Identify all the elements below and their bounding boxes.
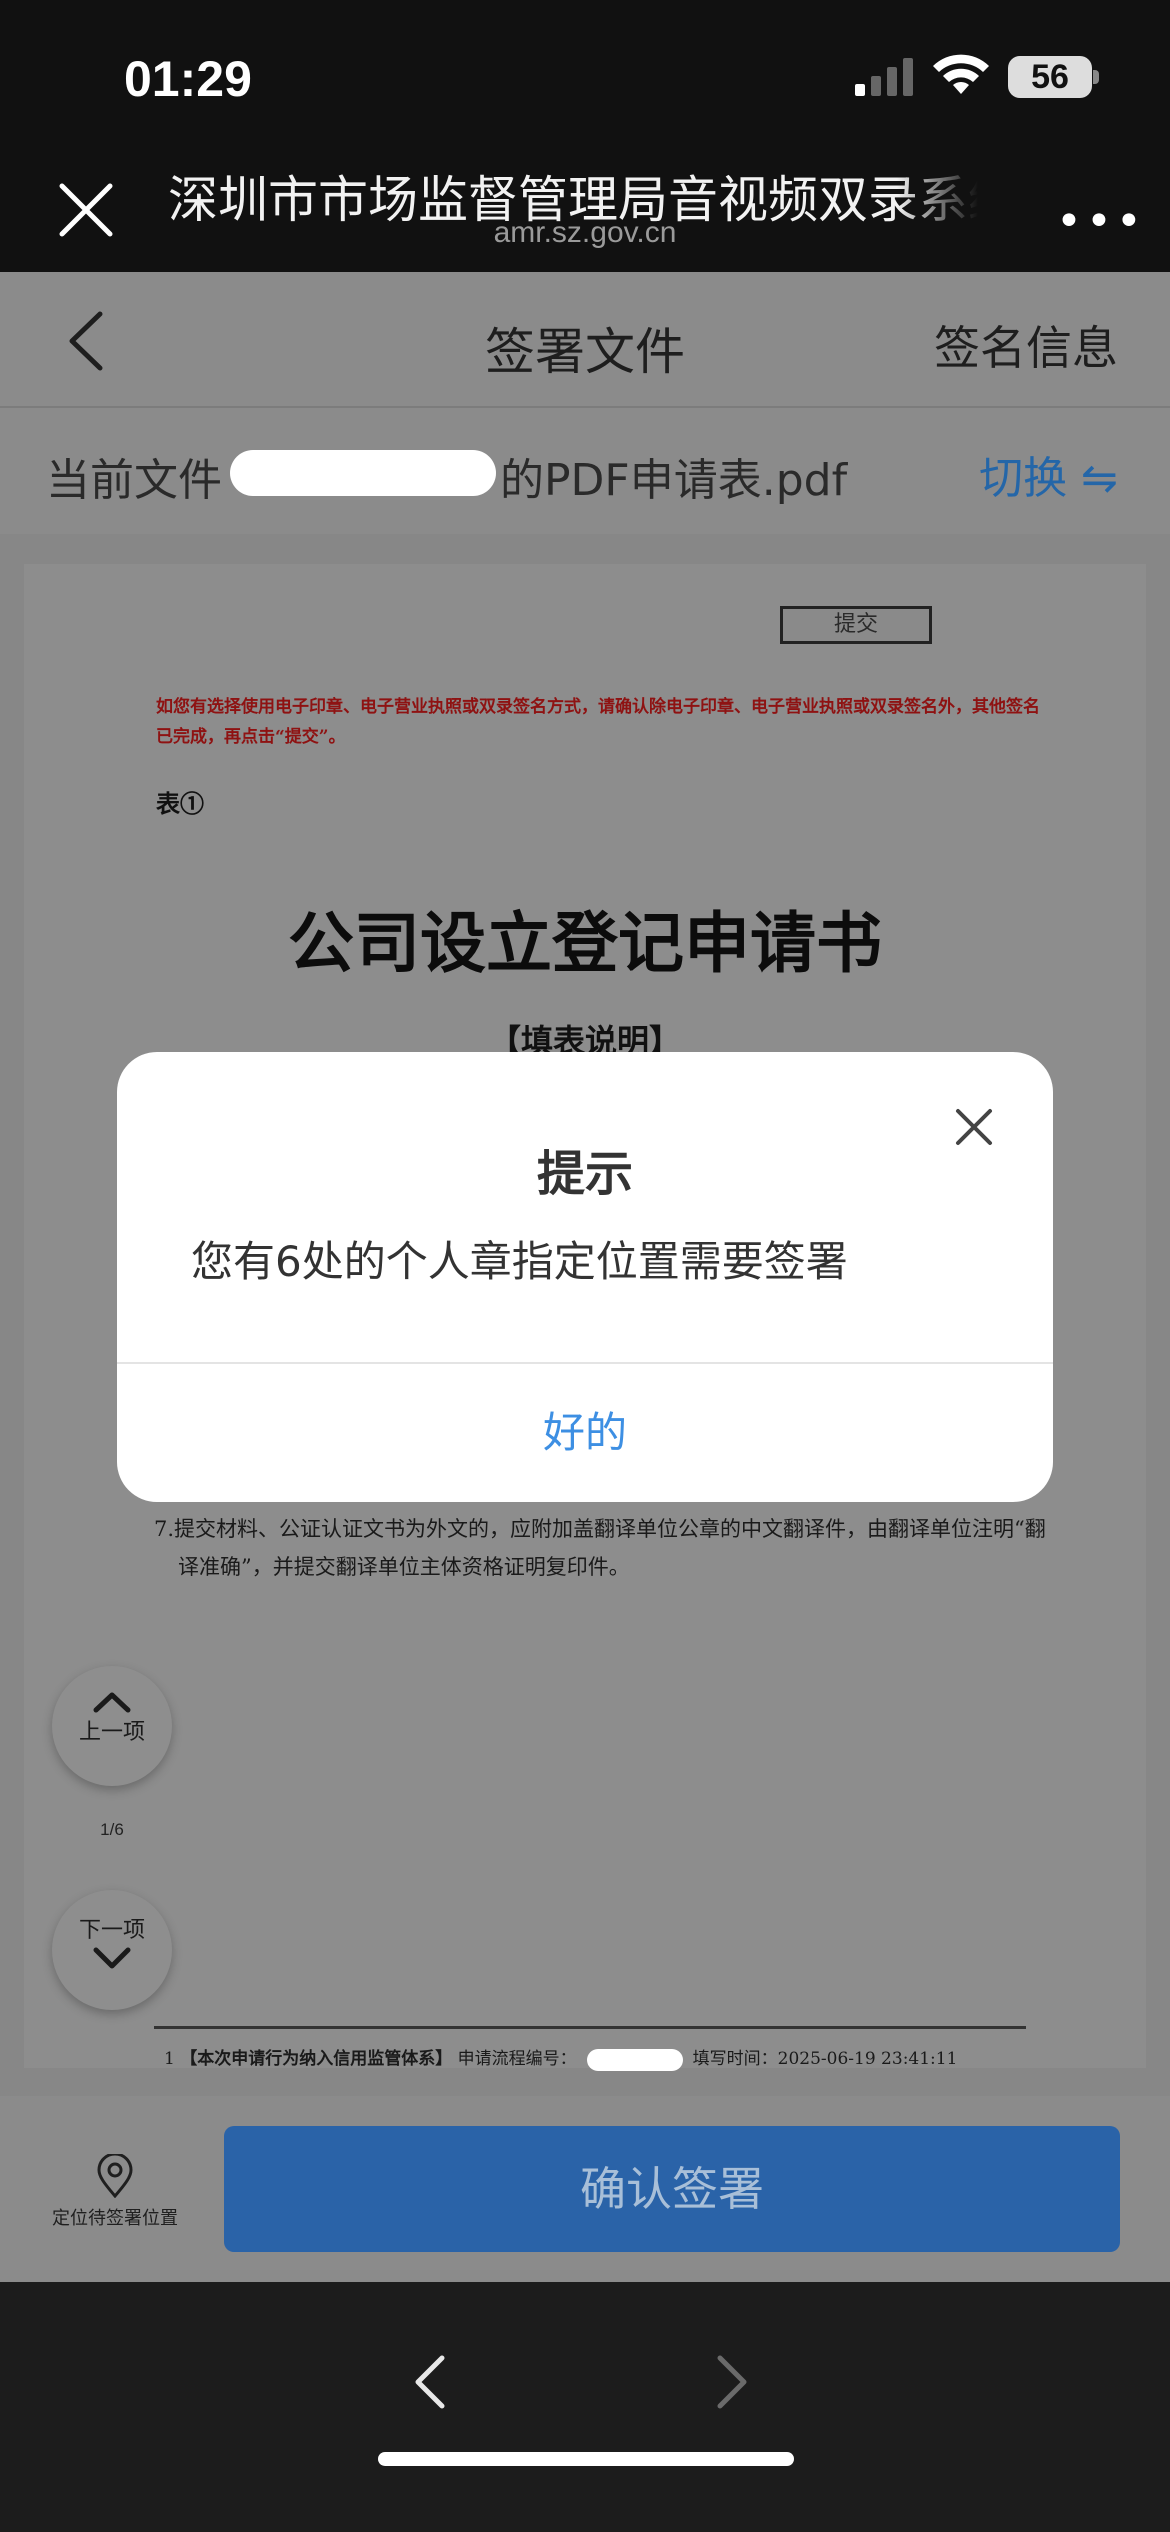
red-notice-text: 如您有选择使用电子印章、电子营业执照或双录签名方式，请确认除电子印章、电子营业执… [156, 697, 1040, 747]
chevron-down-icon [93, 1947, 131, 1969]
browser-back-icon[interactable] [410, 2352, 450, 2412]
dialog-message: 您有6处的个人章指定位置需要签署 [191, 1237, 848, 1286]
current-file-bar: 当前文件 的PDF申请表.pdf 切换 ⇋ [0, 408, 1170, 534]
site-url: amr.sz.gov.cn [493, 216, 677, 249]
current-file-label: 当前文件 [46, 455, 222, 506]
browser-forward-icon[interactable] [712, 2352, 752, 2412]
confirm-sign-button[interactable]: 确认签署 [224, 2126, 1120, 2252]
chevron-up-icon [93, 1692, 131, 1713]
prompt-dialog: 提示 您有6处的个人章指定位置需要签署 好的 [117, 1052, 1053, 1502]
browser-navigation [0, 2282, 1170, 2532]
action-bar: 定位待签署位置 确认签署 [0, 2096, 1170, 2282]
document-title: 公司设立登记申请书 [288, 904, 882, 982]
redacted-company-name [230, 450, 496, 496]
switch-file-button[interactable]: 切换 ⇋ [979, 442, 1118, 506]
location-pin-icon [97, 2154, 133, 2198]
app-header: 签署文件 签名信息 [0, 272, 1170, 408]
footer-page-number: 1 [164, 2049, 175, 2069]
dialog-title: 提示 [536, 1146, 633, 1202]
previous-item-label: 上一项 [78, 1720, 145, 1745]
battery-cap [1093, 70, 1099, 84]
cellular-signal-icon [855, 58, 913, 96]
instruction-item-7: 7.提交材料、公证认证文书为外文的，应附加盖翻译单位公章的中文翻译件，由翻译单位… [154, 1517, 1046, 1579]
document-footer: 1 【本次申请行为纳入信用监管体系】 申请流程编号： 填写时间：2025-06-1… [164, 2044, 1044, 2071]
battery-icon: 56 [1008, 56, 1092, 98]
next-item-button[interactable]: 下一项 [52, 1890, 172, 2010]
redacted-flow-number [586, 2048, 683, 2071]
wifi-icon [933, 54, 989, 94]
locate-signing-position-button[interactable]: 定位待签署位置 [40, 2154, 190, 2230]
dialog-ok-button[interactable]: 好的 [117, 1364, 1053, 1502]
status-time: 01:29 [124, 51, 252, 107]
locate-label: 定位待签署位置 [52, 2208, 178, 2229]
browser-header: 深圳市市场监督管理局音视频双录系统 amr.sz.gov.cn ••• [0, 150, 1170, 272]
more-options-icon[interactable]: ••• [1056, 196, 1146, 247]
home-indicator[interactable] [378, 2452, 794, 2466]
page-indicator: 1/6 [100, 1820, 124, 1839]
signature-info-link[interactable]: 签名信息 [934, 312, 1118, 378]
form-number: 表① [156, 789, 204, 818]
submit-stamp: 提交 [780, 606, 932, 644]
footer-rule [154, 2026, 1026, 2029]
previous-item-button[interactable]: 上一项 [52, 1666, 172, 1786]
file-name: 的PDF申请表.pdf [500, 455, 848, 506]
footer-flow-label: 申请流程编号： [457, 2049, 577, 2069]
next-item-label: 下一项 [78, 1918, 145, 1943]
footer-credit-note: 【本次申请行为纳入信用监管体系】 [180, 2049, 453, 2069]
status-bar: 01:29 56 [0, 0, 1170, 150]
footer-fill-time: 填写时间：2025-06-19 23:41:11 [692, 2049, 958, 2069]
